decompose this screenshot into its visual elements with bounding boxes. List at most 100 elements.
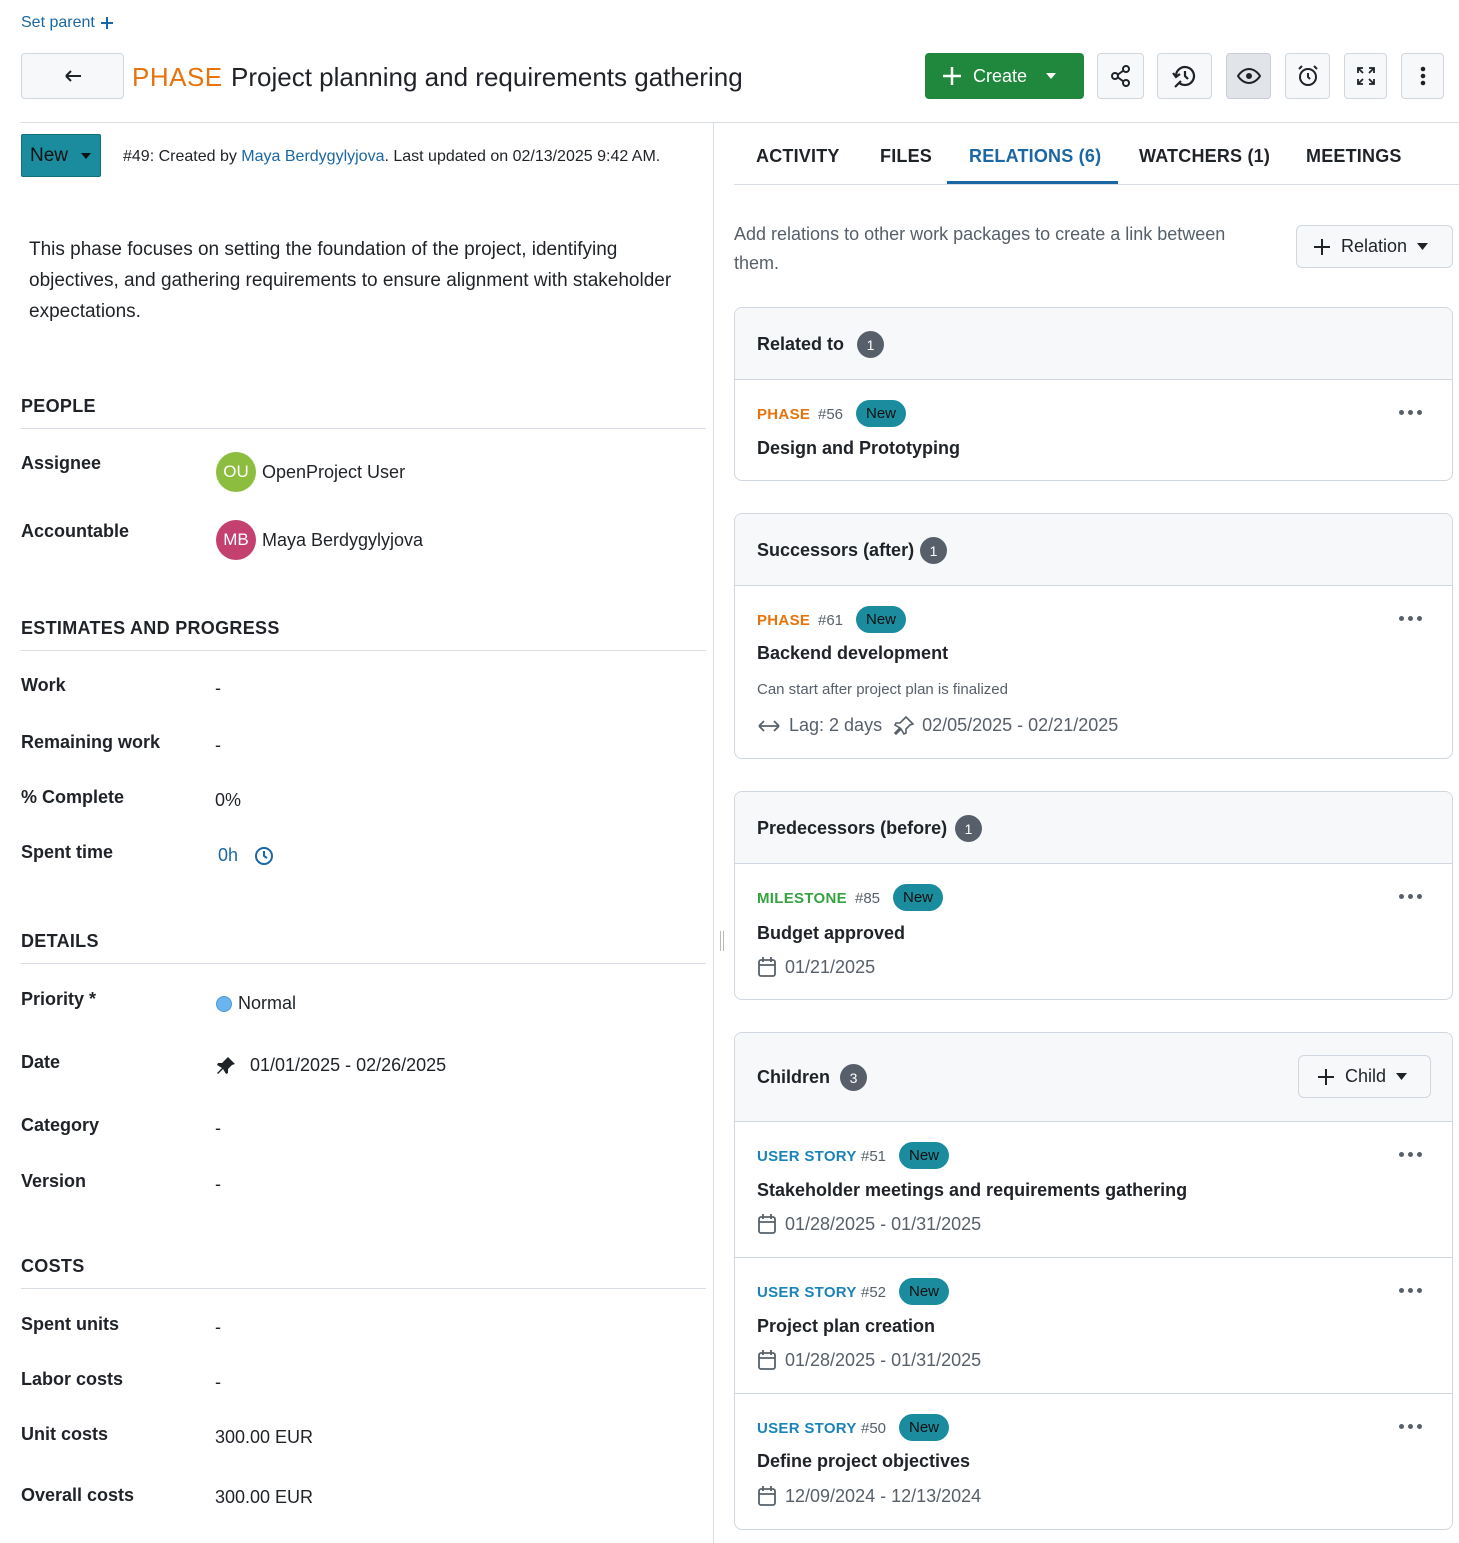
set-parent-label: Set parent: [21, 14, 95, 31]
pin-icon: [216, 1056, 236, 1076]
spent-time-link[interactable]: 0h: [218, 845, 238, 866]
spent-units-value: -: [215, 1317, 221, 1337]
priority-value[interactable]: Normal: [216, 993, 296, 1014]
item-title[interactable]: Design and Prototyping: [757, 438, 960, 459]
description[interactable]: This phase focuses on setting the founda…: [29, 234, 699, 327]
create-button[interactable]: Create: [925, 53, 1084, 99]
child-label: Child: [1345, 1066, 1387, 1086]
alarm-button[interactable]: [1285, 53, 1330, 99]
status-badge: New: [856, 400, 907, 427]
date-label: Date: [21, 1052, 61, 1072]
list-item[interactable]: USER STORY #50 New Define project object…: [735, 1394, 1452, 1529]
status-badge: New: [893, 884, 944, 911]
list-item[interactable]: USER STORY #51 New Stakeholder meetings …: [735, 1122, 1452, 1258]
priority-label: Priority *: [21, 989, 97, 1009]
status-badge: New: [899, 1278, 950, 1305]
item-number[interactable]: #61: [818, 612, 843, 629]
card-title: Related to: [757, 334, 845, 354]
assignee-label: Assignee: [21, 453, 102, 473]
item-meta: 12/09/2024 - 12/13/2024: [757, 1485, 981, 1507]
log-time-icon[interactable]: [254, 846, 274, 866]
accountable-value[interactable]: MB Maya Berdygylyjova: [216, 520, 423, 560]
item-number[interactable]: #51: [861, 1148, 886, 1165]
card-header: Successors (after) 1: [735, 514, 1452, 586]
date-text: 01/28/2025 - 01/31/2025: [785, 1213, 982, 1234]
item-menu-icon[interactable]: [1399, 1152, 1422, 1157]
tab-activity[interactable]: ACTIVITY: [756, 146, 840, 167]
calendar-icon: [757, 1213, 777, 1235]
meta-prefix: #49: Created by: [123, 148, 242, 165]
arrow-left-icon: [63, 69, 83, 83]
item-title[interactable]: Define project objectives: [757, 1451, 970, 1472]
version-value[interactable]: -: [215, 1174, 221, 1195]
reminder-button[interactable]: [1157, 53, 1212, 99]
resize-handle[interactable]: [720, 931, 724, 951]
list-item[interactable]: USER STORY #52 New Project plan creation…: [735, 1258, 1452, 1394]
count-badge: 3: [840, 1064, 867, 1091]
item-number[interactable]: #85: [855, 890, 880, 907]
list-item[interactable]: MILESTONE #85 New Budget approved 01/21/…: [735, 864, 1452, 999]
plus-icon: [99, 15, 115, 31]
author-link[interactable]: Maya Berdygylyjova: [241, 148, 384, 165]
tab-files[interactable]: FILES: [880, 146, 932, 167]
version-label: Version: [21, 1171, 87, 1191]
remaining-work-value[interactable]: -: [215, 735, 221, 756]
arrows-horizontal-icon: [757, 719, 781, 733]
item-title[interactable]: Backend development: [757, 643, 948, 664]
watch-button[interactable]: [1226, 53, 1271, 99]
assignee-value[interactable]: OU OpenProject User: [216, 452, 405, 492]
tab-relations[interactable]: RELATIONS (6): [969, 146, 1101, 167]
related-to-card: Related to 1 PHASE #56 New Design and Pr…: [734, 307, 1453, 481]
status-button[interactable]: New: [21, 134, 101, 177]
category-value[interactable]: -: [215, 1118, 221, 1139]
successors-card: Successors (after) 1 PHASE #61 New Backe…: [734, 513, 1453, 759]
share-button[interactable]: [1097, 53, 1144, 99]
count-badge: 1: [857, 331, 884, 358]
children-card: Children 3 Child USER STORY #51 New Stak…: [734, 1032, 1453, 1530]
item-menu-icon[interactable]: [1399, 616, 1422, 621]
page-title[interactable]: Project planning and requirements gather…: [231, 62, 743, 93]
labor-costs-value: -: [215, 1372, 221, 1392]
item-menu-icon[interactable]: [1399, 894, 1422, 899]
item-menu-icon[interactable]: [1399, 410, 1422, 415]
item-title[interactable]: Budget approved: [757, 923, 905, 944]
item-type: PHASE: [757, 612, 811, 629]
assignee-name: OpenProject User: [262, 461, 406, 482]
item-type: USER STORY: [757, 1284, 857, 1301]
count-badge: 1: [920, 537, 947, 564]
set-parent-link[interactable]: Set parent: [21, 14, 115, 32]
accountable-label: Accountable: [21, 521, 130, 541]
remaining-work-label: Remaining work: [21, 732, 161, 752]
spent-time-value: 0h: [218, 845, 274, 866]
percent-complete-value[interactable]: 0%: [215, 790, 241, 811]
item-title[interactable]: Project plan creation: [757, 1316, 935, 1337]
list-item[interactable]: PHASE #56 New Design and Prototyping: [735, 380, 1452, 480]
item-title[interactable]: Stakeholder meetings and requirements ga…: [757, 1180, 1187, 1201]
back-button[interactable]: [21, 53, 124, 99]
tab-watchers[interactable]: WATCHERS (1): [1139, 146, 1270, 167]
people-heading: PEOPLE: [21, 396, 96, 416]
details-heading: DETAILS: [21, 931, 99, 951]
wp-type: PHASE: [132, 62, 223, 92]
item-number[interactable]: #52: [861, 1284, 886, 1301]
item-type: MILESTONE: [757, 890, 847, 907]
item-number[interactable]: #56: [818, 406, 843, 423]
header-divider: [21, 122, 1459, 123]
category-label: Category: [21, 1115, 100, 1135]
kebab-icon: [1420, 66, 1426, 86]
list-item[interactable]: PHASE #61 New Backend development Can st…: [735, 586, 1452, 758]
date-value[interactable]: 01/01/2025 - 02/26/2025: [216, 1055, 446, 1076]
add-child-button[interactable]: Child: [1298, 1055, 1431, 1098]
active-tab-indicator: [947, 181, 1118, 184]
item-menu-icon[interactable]: [1399, 1288, 1422, 1293]
work-value[interactable]: -: [215, 678, 221, 699]
item-number[interactable]: #50: [861, 1420, 886, 1437]
calendar-icon: [757, 956, 777, 978]
card-header: Related to 1: [735, 308, 1452, 380]
more-menu-button[interactable]: [1401, 53, 1444, 99]
caret-down-icon: [1417, 243, 1429, 250]
item-menu-icon[interactable]: [1399, 1424, 1422, 1429]
add-relation-button[interactable]: Relation: [1296, 225, 1453, 268]
tab-meetings[interactable]: MEETINGS: [1306, 146, 1402, 167]
fullscreen-button[interactable]: [1344, 53, 1387, 99]
